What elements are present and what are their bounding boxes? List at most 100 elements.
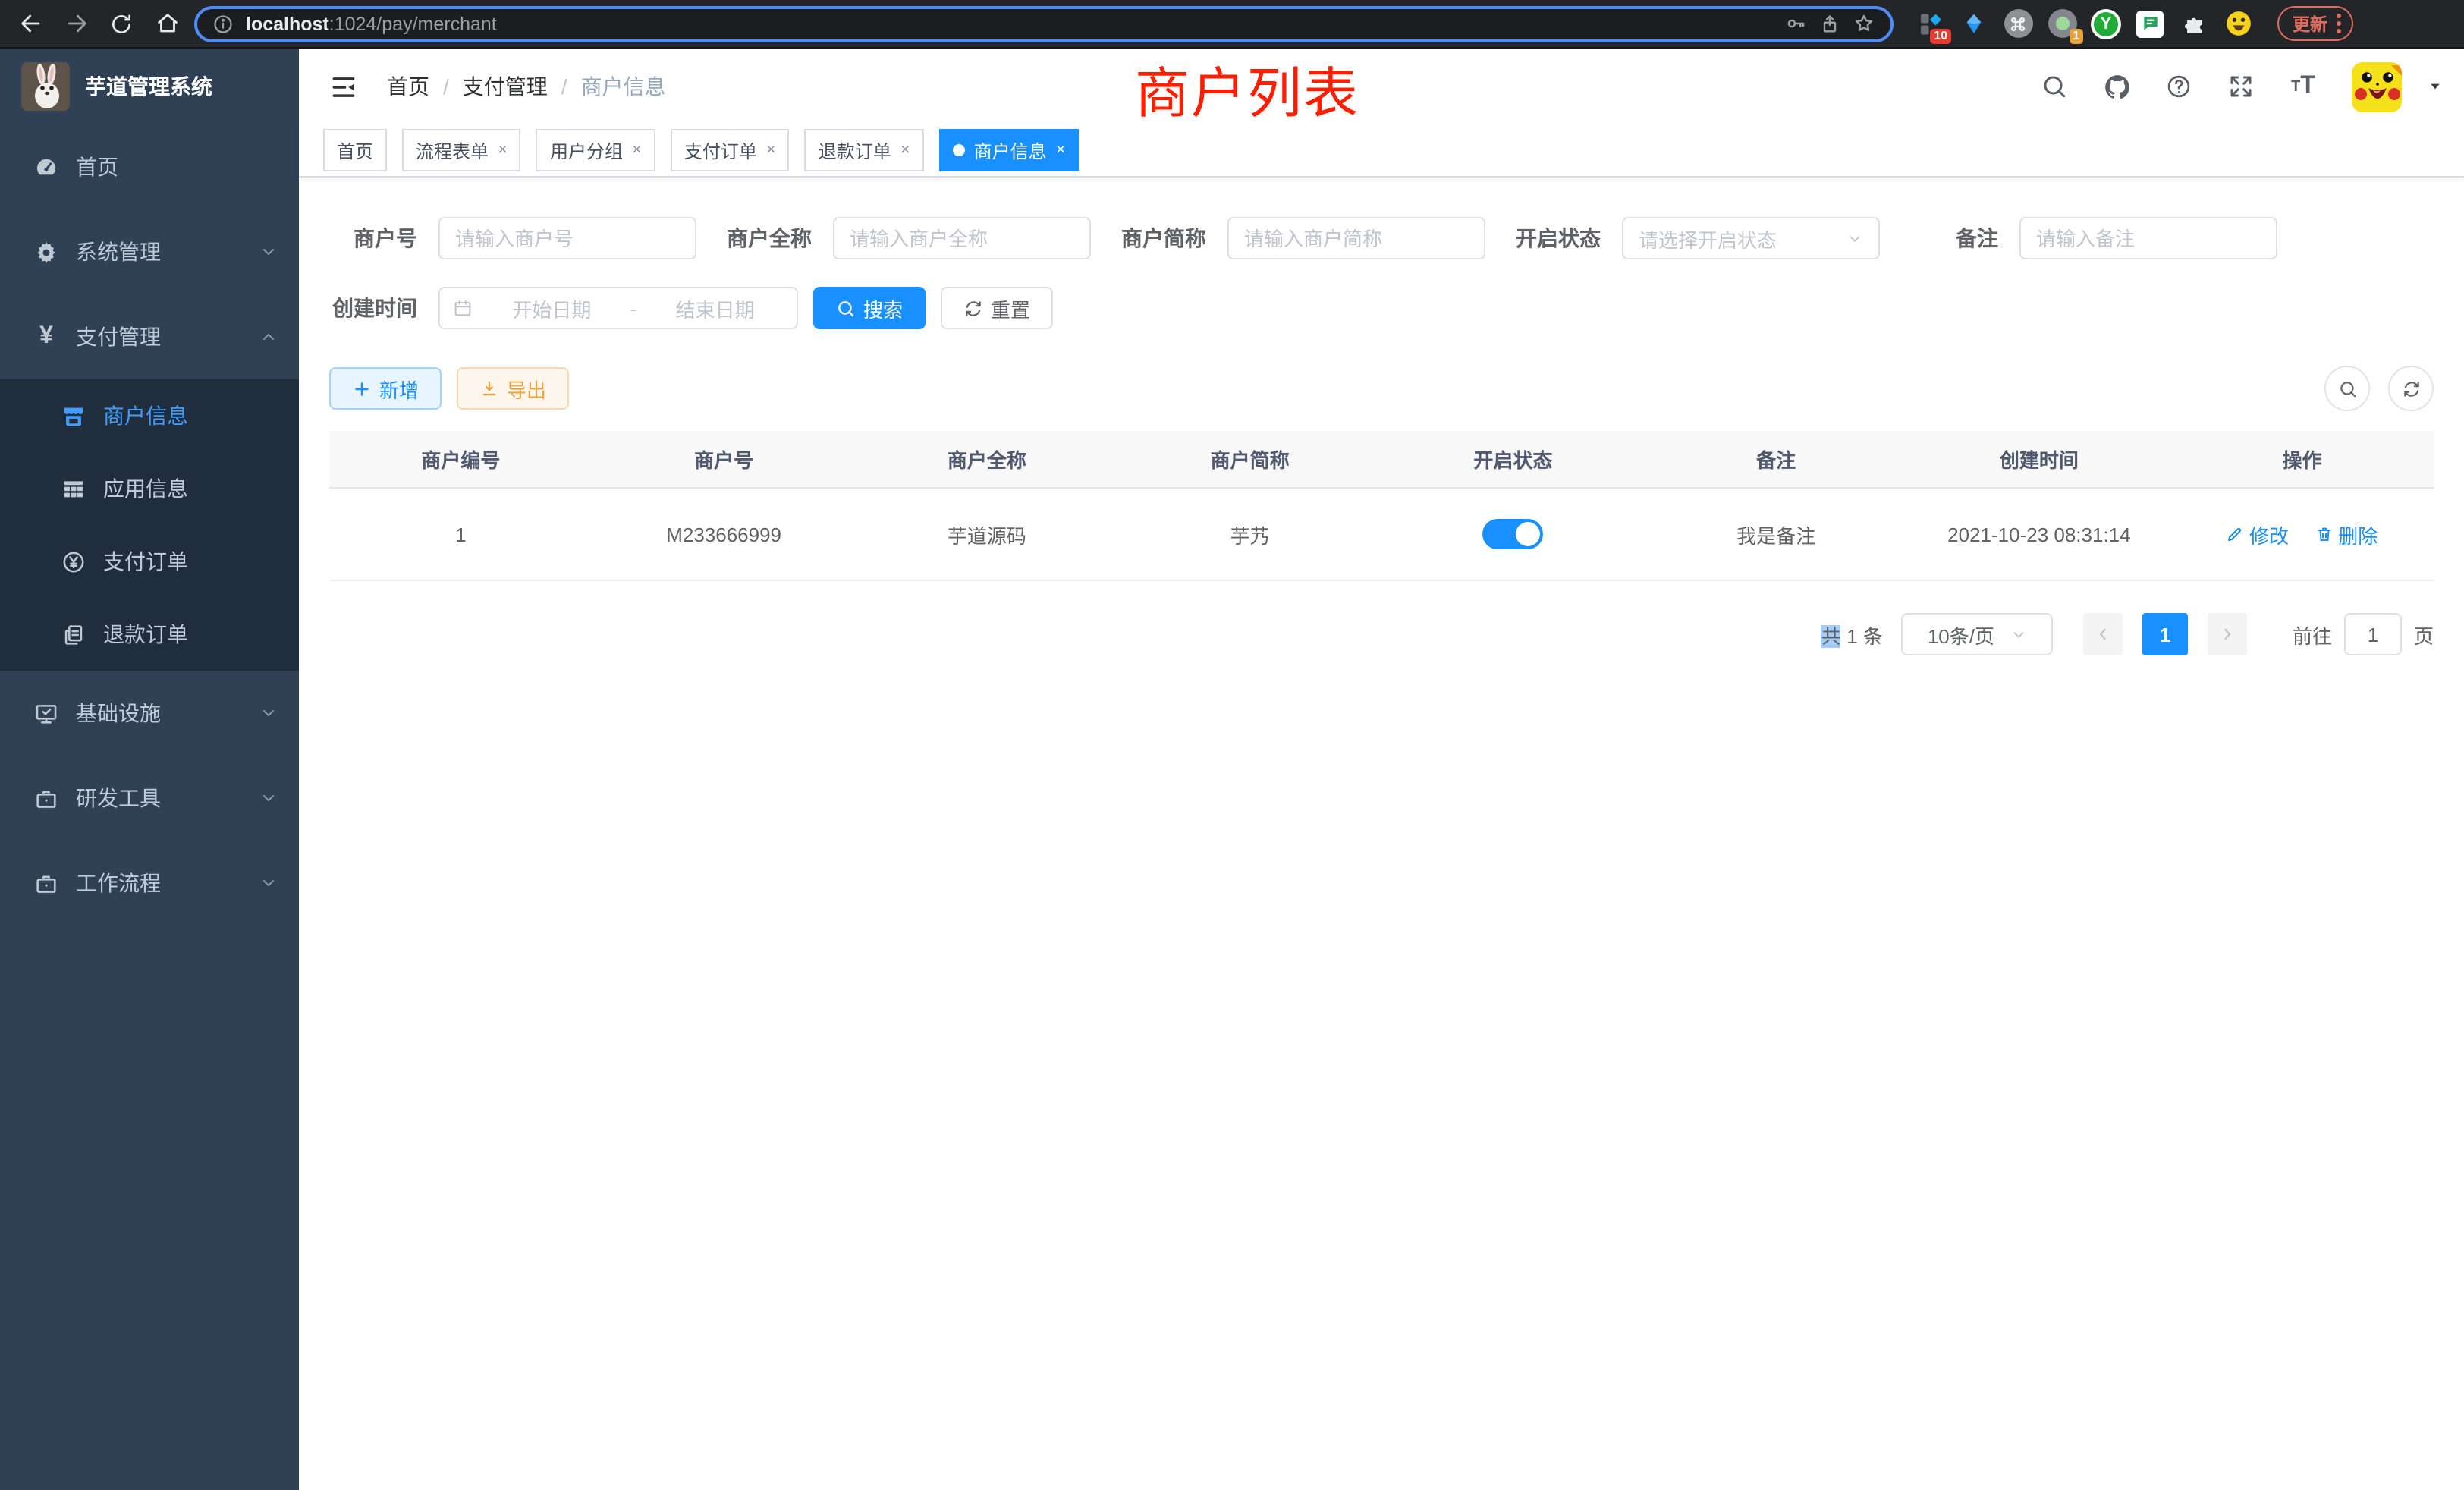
pagination: 共 1 条 10条/页 1 前往 页 bbox=[329, 613, 2434, 655]
sidebar-item-label: 系统管理 bbox=[76, 237, 243, 267]
search-button[interactable]: 搜索 bbox=[813, 287, 926, 329]
address-bar[interactable]: localhost:1024/pay/merchant bbox=[194, 5, 1894, 42]
status-toggle[interactable] bbox=[1482, 519, 1543, 549]
reset-button-label: 重置 bbox=[991, 294, 1030, 322]
page-size-select[interactable]: 10条/页 bbox=[1901, 613, 2053, 655]
sidebar-item-home[interactable]: 首页 bbox=[0, 124, 299, 209]
col-merchant-no: 商户号 bbox=[592, 431, 856, 488]
remark-input[interactable] bbox=[2019, 217, 2277, 259]
edit-link[interactable]: 修改 bbox=[2227, 520, 2289, 549]
github-icon[interactable] bbox=[2097, 67, 2136, 106]
col-actions: 操作 bbox=[2170, 431, 2434, 488]
tab-close-icon[interactable]: × bbox=[632, 142, 642, 159]
sidebar-item-label: 研发工具 bbox=[76, 783, 243, 813]
chevron-down-icon bbox=[259, 704, 278, 722]
reset-button[interactable]: 重置 bbox=[941, 287, 1053, 329]
table-header-row: 商户编号 商户号 商户全称 商户简称 开启状态 备注 创建时间 操作 bbox=[329, 431, 2434, 488]
kite-extension-icon[interactable] bbox=[1959, 8, 1989, 39]
browser-menu-icon[interactable] bbox=[2337, 14, 2341, 33]
sidebar-item-devtools[interactable]: 研发工具 bbox=[0, 756, 299, 841]
short-name-label: 商户简称 bbox=[1121, 223, 1227, 253]
monitor-check-icon bbox=[33, 700, 59, 726]
sidebar-item-label: 商户信息 bbox=[103, 401, 188, 431]
prev-page-button[interactable] bbox=[2083, 613, 2123, 655]
sidebar-item-system[interactable]: 系统管理 bbox=[0, 209, 299, 294]
info-icon[interactable] bbox=[212, 13, 234, 34]
extensions-row: 10 1 Y bbox=[1915, 8, 2253, 39]
chat-extension-icon[interactable] bbox=[2135, 8, 2165, 39]
filter-row-2: 创建时间 开始日期 - 结束日期 搜索 重置 bbox=[329, 287, 2434, 329]
browser-home-button[interactable] bbox=[149, 5, 185, 42]
browser-reload-button[interactable] bbox=[103, 5, 140, 42]
browser-back-button[interactable] bbox=[12, 5, 49, 42]
tab-refund-order[interactable]: 退款订单 × bbox=[805, 129, 924, 171]
reload-icon bbox=[109, 11, 134, 36]
tab-process-form[interactable]: 流程表单× bbox=[402, 129, 521, 171]
sidebar-item-workflow[interactable]: 工作流程 bbox=[0, 841, 299, 926]
goto-page-input[interactable] bbox=[2344, 613, 2402, 655]
status-select[interactable]: 请选择开启状态 bbox=[1622, 217, 1880, 259]
tab-user-group[interactable]: 用户分组× bbox=[536, 129, 655, 171]
app-navbar: 首页 / 支付管理 / 商户信息 TT bbox=[299, 49, 2464, 124]
short-name-input[interactable] bbox=[1227, 217, 1485, 259]
start-date-placeholder[interactable]: 开始日期 bbox=[482, 294, 621, 322]
tab-merchant-info[interactable]: 商户信息 × bbox=[939, 129, 1080, 171]
breadcrumb-home[interactable]: 首页 bbox=[387, 71, 429, 102]
tab-close-icon[interactable]: × bbox=[498, 142, 508, 159]
sidebar-item-refund-order[interactable]: 退款订单 bbox=[0, 598, 299, 671]
sidebar-item-pay[interactable]: ¥ 支付管理 bbox=[0, 294, 299, 379]
delete-link[interactable]: 删除 bbox=[2315, 520, 2378, 549]
chevron-down-icon bbox=[259, 874, 278, 892]
export-button[interactable]: 导出 bbox=[457, 367, 569, 410]
col-merchant-id: 商户编号 bbox=[329, 431, 592, 488]
download-icon bbox=[479, 379, 499, 398]
user-avatar[interactable] bbox=[2352, 61, 2402, 112]
tab-close-icon[interactable]: × bbox=[900, 142, 910, 159]
tab-close-icon[interactable]: × bbox=[1056, 142, 1066, 159]
hamburger-icon[interactable] bbox=[320, 64, 366, 109]
help-icon[interactable] bbox=[2159, 67, 2198, 106]
font-size-icon[interactable]: TT bbox=[2283, 67, 2323, 106]
create-time-range-picker[interactable]: 开始日期 - 结束日期 bbox=[438, 287, 798, 329]
sidebar-item-infra[interactable]: 基础设施 bbox=[0, 671, 299, 756]
col-status: 开启状态 bbox=[1381, 431, 1645, 488]
merchant-no-input[interactable] bbox=[438, 217, 696, 259]
key-icon[interactable] bbox=[1784, 12, 1807, 35]
toggle-search-button[interactable] bbox=[2324, 366, 2370, 411]
tab-home[interactable]: 首页 bbox=[323, 129, 387, 171]
end-date-placeholder[interactable]: 结束日期 bbox=[646, 294, 784, 322]
tab-label: 商户信息 bbox=[974, 137, 1047, 163]
search-icon bbox=[836, 298, 856, 318]
share-icon[interactable] bbox=[1819, 13, 1840, 34]
command-extension-icon[interactable] bbox=[2003, 8, 2033, 39]
extension-colorful-icon[interactable]: 10 bbox=[1915, 8, 1945, 39]
full-name-input[interactable] bbox=[833, 217, 1091, 259]
emoji-extension-icon[interactable] bbox=[2223, 8, 2253, 39]
tab-pay-order[interactable]: 支付订单× bbox=[671, 129, 790, 171]
next-page-button[interactable] bbox=[2208, 613, 2247, 655]
star-icon[interactable] bbox=[1853, 12, 1875, 35]
add-button[interactable]: 新增 bbox=[329, 367, 442, 410]
fullscreen-icon[interactable] bbox=[2221, 67, 2261, 106]
table-toolbar: 新增 导出 bbox=[329, 366, 2434, 411]
y-extension-icon[interactable]: Y bbox=[2091, 8, 2121, 39]
browser-update-button[interactable]: 更新 bbox=[2277, 6, 2353, 41]
page-number-1[interactable]: 1 bbox=[2142, 613, 2188, 655]
breadcrumb-pay[interactable]: 支付管理 bbox=[463, 71, 548, 102]
status-extension-icon[interactable]: 1 bbox=[2047, 8, 2077, 39]
search-icon[interactable] bbox=[2035, 67, 2074, 106]
caret-down-icon[interactable] bbox=[2428, 79, 2443, 94]
sidebar-item-app-info[interactable]: 应用信息 bbox=[0, 452, 299, 525]
chevron-up-icon bbox=[259, 328, 278, 346]
sidebar-submenu-pay: 商户信息 应用信息 支付订单 退款订单 bbox=[0, 379, 299, 671]
sidebar-item-merchant-info[interactable]: 商户信息 bbox=[0, 379, 299, 452]
grid-icon bbox=[61, 476, 86, 501]
briefcase-icon bbox=[33, 870, 59, 896]
tab-label: 退款订单 bbox=[819, 137, 891, 163]
puzzle-icon[interactable] bbox=[2179, 8, 2209, 39]
sidebar-item-label: 应用信息 bbox=[103, 473, 188, 504]
browser-forward-button[interactable] bbox=[58, 5, 94, 42]
sidebar-item-pay-order[interactable]: 支付订单 bbox=[0, 525, 299, 598]
refresh-table-button[interactable] bbox=[2388, 366, 2434, 411]
tab-close-icon[interactable]: × bbox=[766, 142, 776, 159]
